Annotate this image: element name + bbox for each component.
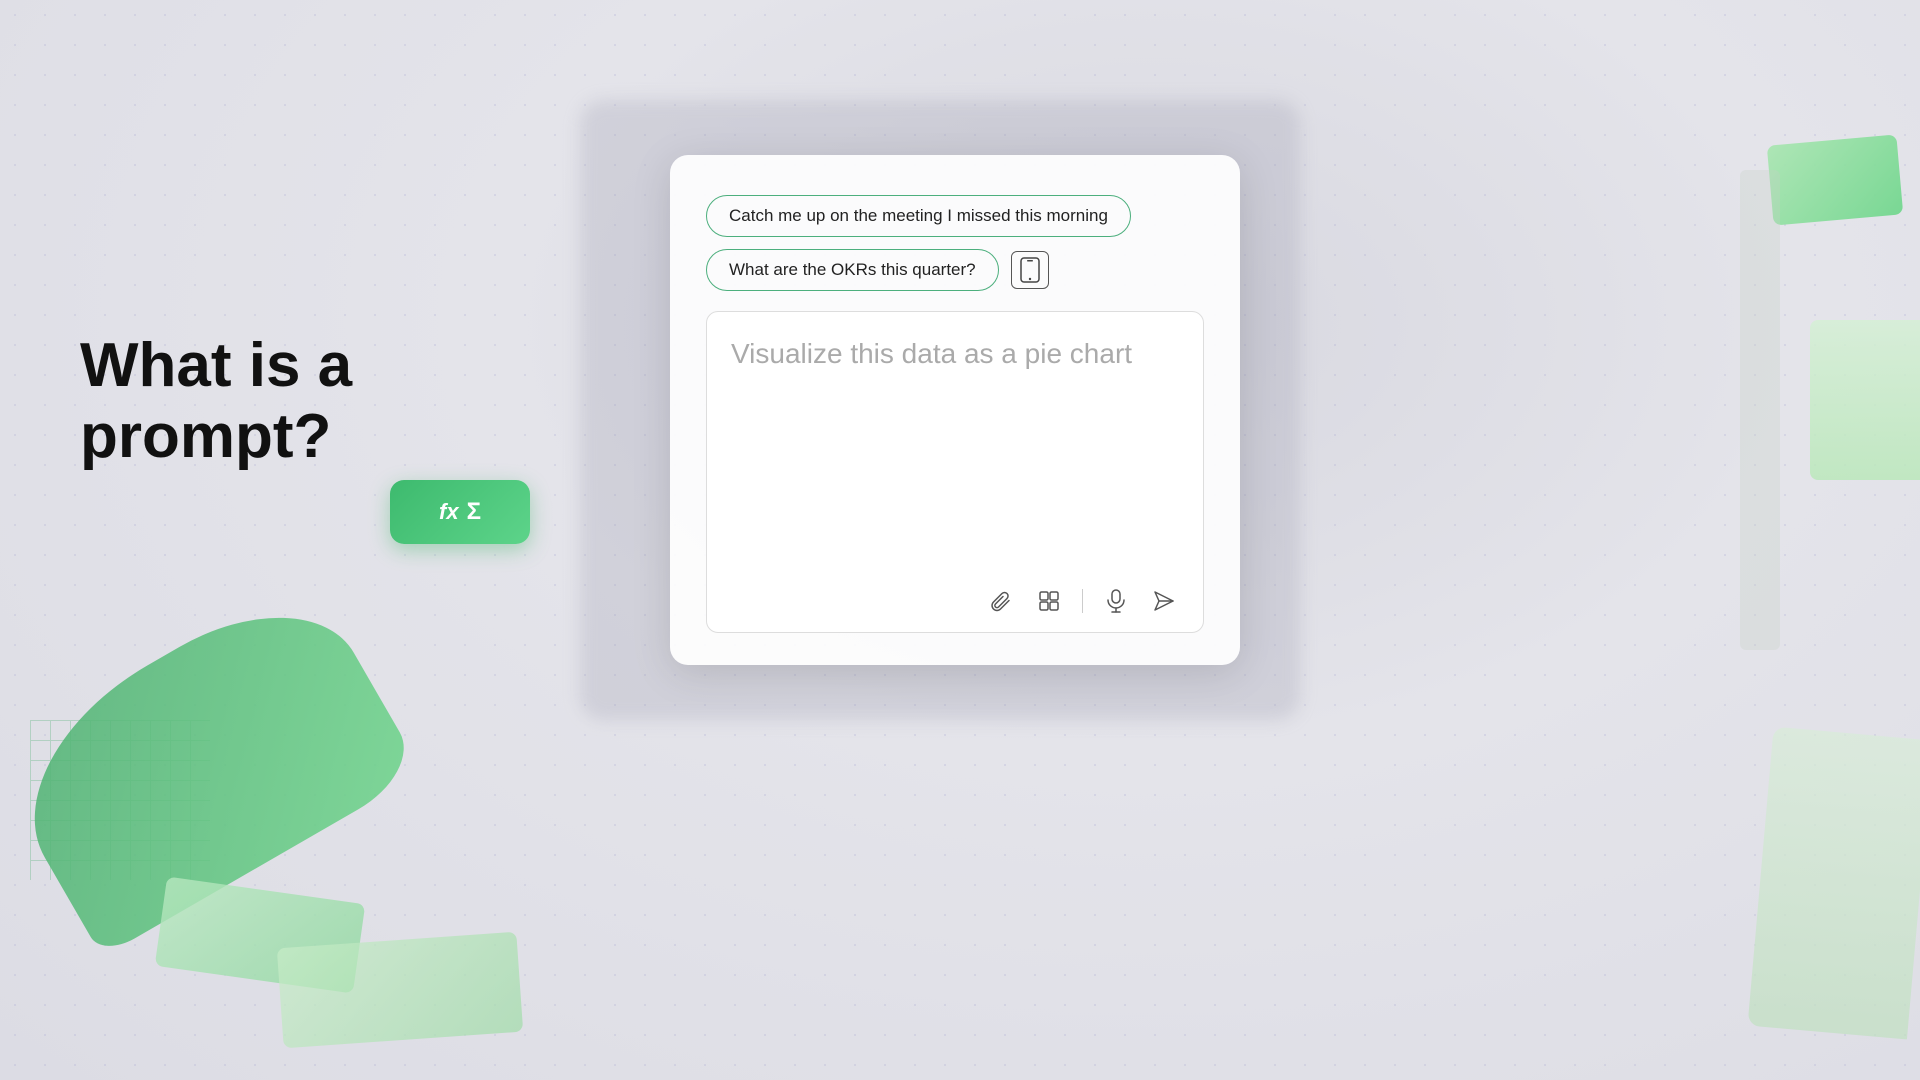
input-placeholder-text: Visualize this data as a pie chart — [731, 334, 1179, 373]
page-heading: What is a prompt? — [80, 330, 580, 473]
deco-bottom-left-sq2 — [277, 932, 523, 1048]
heading-text: What is a prompt? — [80, 331, 352, 471]
prompt-bubble-1[interactable]: Catch me up on the meeting I missed this… — [706, 195, 1131, 237]
deco-bottom-right — [1748, 727, 1920, 1040]
attach-icon[interactable] — [986, 586, 1016, 616]
prompt-bubble-2[interactable]: What are the OKRs this quarter? — [706, 249, 999, 291]
plugin-icon[interactable] — [1034, 586, 1064, 616]
deco-top-right — [1767, 134, 1903, 225]
fx-label: fx — [439, 499, 459, 525]
input-toolbar — [731, 586, 1179, 616]
chat-input-area[interactable]: Visualize this data as a pie chart — [706, 311, 1204, 633]
deco-right-strip — [1740, 170, 1780, 650]
bubble-1-text: Catch me up on the meeting I missed this… — [729, 206, 1108, 225]
phone-icon — [1011, 251, 1049, 289]
formula-button[interactable]: fx Σ — [390, 480, 530, 544]
toolbar-divider — [1082, 589, 1083, 613]
send-icon[interactable] — [1149, 586, 1179, 616]
main-card: Catch me up on the meeting I missed this… — [670, 155, 1240, 665]
prompt-bubbles-area: Catch me up on the meeting I missed this… — [706, 195, 1204, 291]
sigma-label: Σ — [467, 498, 481, 526]
mic-icon[interactable] — [1101, 586, 1131, 616]
bubble-row-1: Catch me up on the meeting I missed this… — [706, 195, 1204, 237]
deco-mid-right — [1810, 320, 1920, 480]
bubble-row-2: What are the OKRs this quarter? — [706, 249, 1204, 291]
bubble-2-text: What are the OKRs this quarter? — [729, 260, 976, 279]
